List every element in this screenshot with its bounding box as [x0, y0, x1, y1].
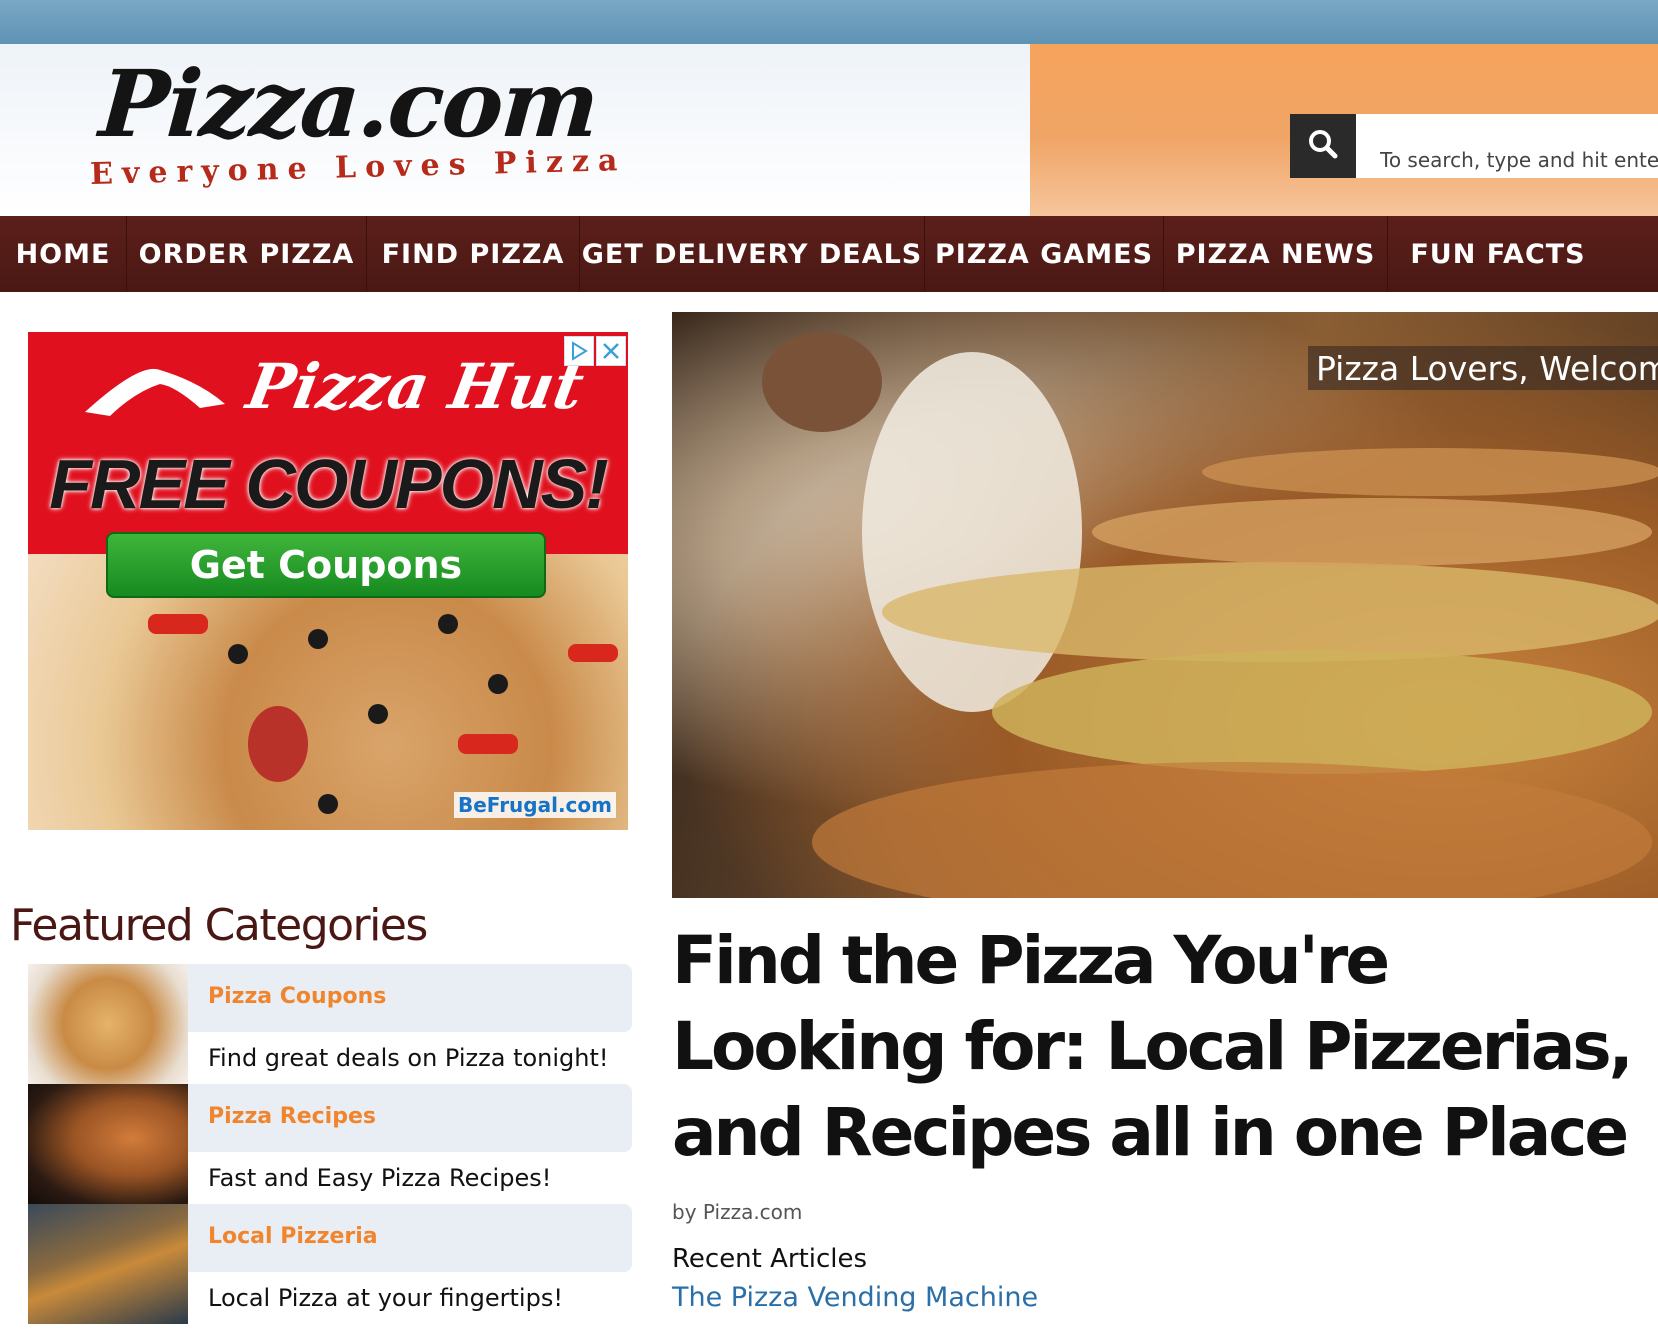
close-icon[interactable] — [596, 336, 626, 366]
pizza-recipes-description: Fast and Easy Pizza Recipes! — [208, 1164, 552, 1192]
search-button[interactable] — [1290, 114, 1356, 178]
ad-headline: FREE COUPONS! — [49, 445, 608, 523]
pizza-coupons-description: Find great deals on Pizza tonight! — [208, 1044, 609, 1072]
search-icon — [1306, 127, 1340, 166]
get-coupons-button[interactable]: Get Coupons — [106, 532, 546, 598]
pizza-hut-ad[interactable]: Pizza Hut FREE COUPONS! Get Coupons BeFr… — [28, 332, 628, 830]
ad-brand: Pizza Hut — [241, 350, 590, 423]
page-title: Find the Pizza You're Looking for: Local… — [672, 922, 1634, 1171]
featured-categories-title: Featured Categories — [10, 900, 428, 951]
nav-item-fun-facts[interactable]: FUN FACTS — [1388, 216, 1608, 292]
ad-choices-icon[interactable] — [564, 336, 594, 366]
category-item: Pizza Recipes Fast and Easy Pizza Recipe… — [28, 1084, 632, 1204]
nav-item-find-pizza[interactable]: FIND PIZZA — [367, 216, 580, 292]
nav-item-pizza-news[interactable]: PIZZA NEWS — [1164, 216, 1388, 292]
article-byline: by Pizza.com — [672, 1200, 803, 1224]
nav-item-order-pizza[interactable]: ORDER PIZZA — [127, 216, 367, 292]
nav-item-home[interactable]: HOME — [0, 216, 127, 292]
top-bar — [0, 0, 1658, 44]
ad-source: BeFrugal.com — [454, 792, 616, 818]
nav-item-pizza-games[interactable]: PIZZA GAMES — [925, 216, 1164, 292]
local-pizzeria-link[interactable]: Local Pizzeria — [208, 1224, 378, 1249]
pizza-coupons-link[interactable]: Pizza Coupons — [208, 984, 386, 1009]
hero-caption: Pizza Lovers, Welcome — [1308, 346, 1658, 390]
hero-image — [672, 312, 1658, 898]
pizza-coupons-thumbnail[interactable] — [28, 964, 188, 1084]
nav-item-get-delivery-deals[interactable]: GET DELIVERY DEALS — [580, 216, 925, 292]
site-logo[interactable]: Pizza.com — [96, 50, 601, 158]
local-pizzeria-description: Local Pizza at your fingertips! — [208, 1284, 563, 1312]
recent-articles-label: Recent Articles — [672, 1244, 868, 1274]
category-item: Pizza Coupons Find great deals on Pizza … — [28, 964, 632, 1084]
main-nav: HOME ORDER PIZZA FIND PIZZA GET DELIVERY… — [0, 216, 1658, 292]
local-pizzeria-thumbnail[interactable] — [28, 1204, 188, 1324]
pizza-recipes-link[interactable]: Pizza Recipes — [208, 1104, 376, 1129]
pizza-hut-roof-icon — [85, 368, 225, 416]
search-input[interactable] — [1356, 114, 1658, 178]
recent-article-link[interactable]: The Pizza Vending Machine — [672, 1282, 1038, 1313]
pizza-recipes-thumbnail[interactable] — [28, 1084, 188, 1204]
category-item: Local Pizzeria Local Pizza at your finge… — [28, 1204, 632, 1324]
